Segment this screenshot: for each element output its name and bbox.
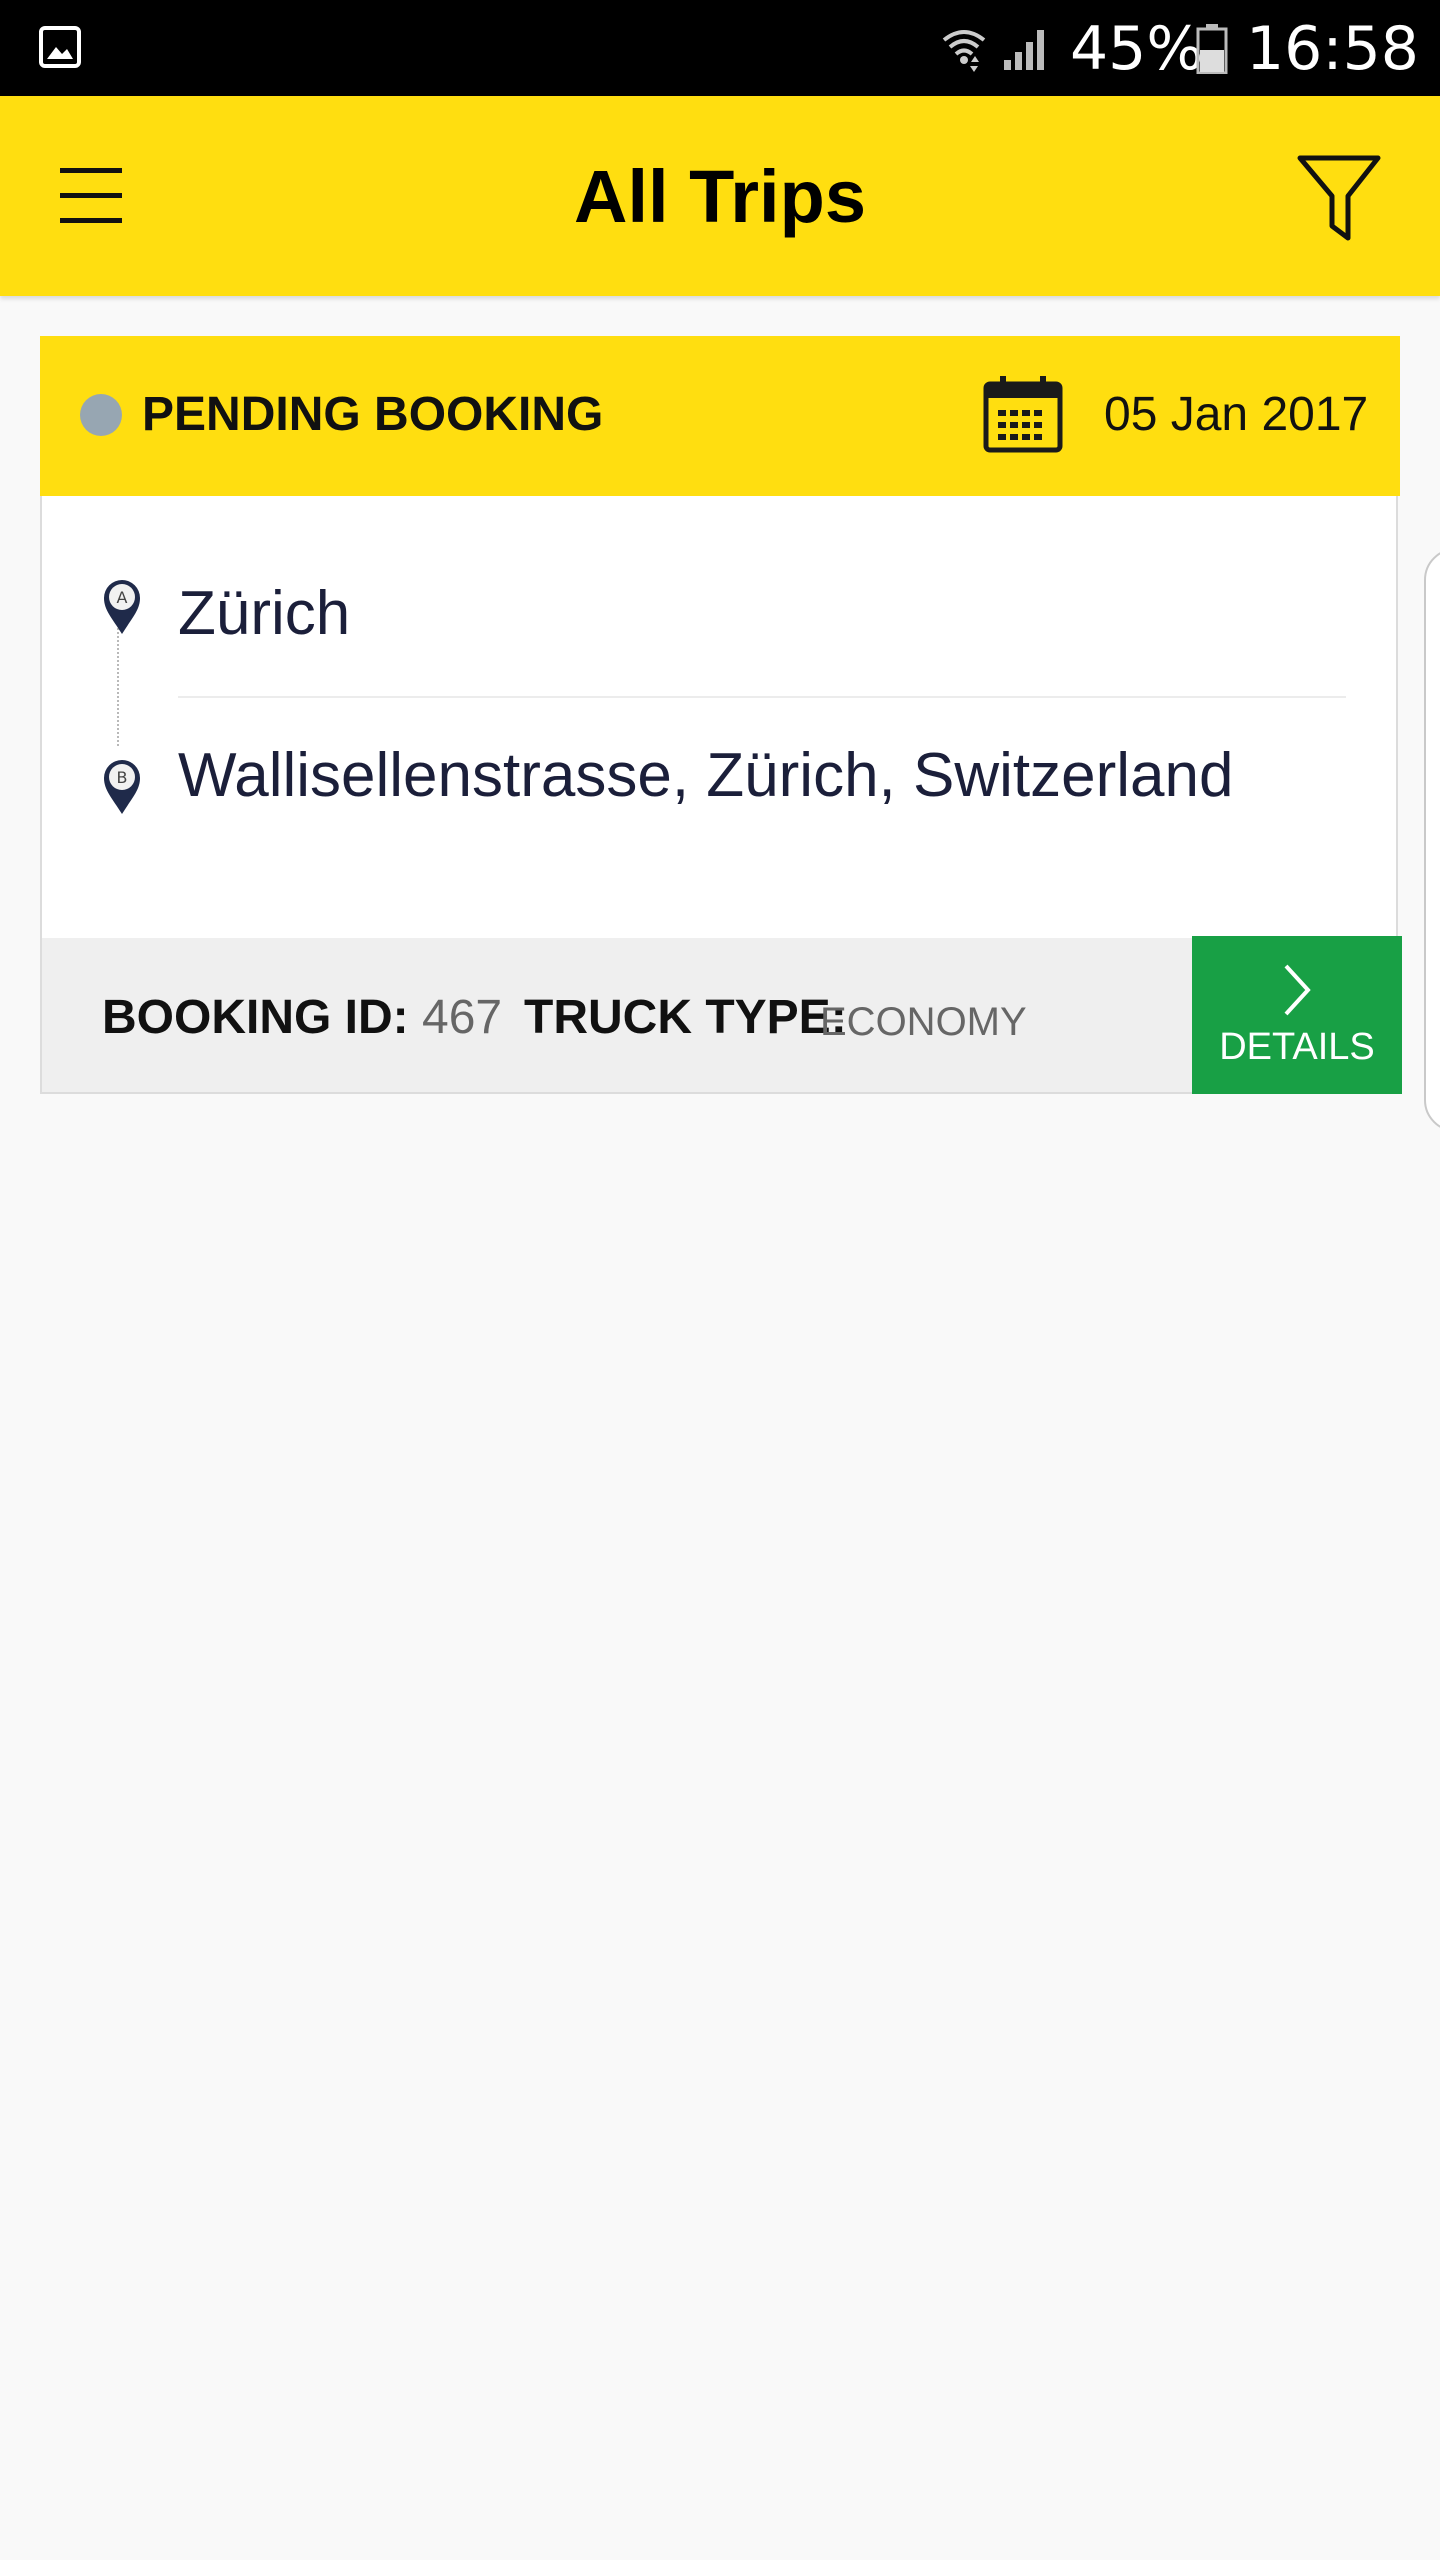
details-button[interactable]: DETAILS bbox=[1192, 936, 1402, 1094]
dropoff-location: Wallisellenstrasse, Zürich, Switzerland bbox=[178, 741, 1234, 810]
details-button-label: DETAILS bbox=[1219, 1026, 1375, 1068]
booking-id-label: BOOKING ID: bbox=[102, 991, 409, 1044]
route-divider bbox=[178, 696, 1346, 698]
truck-type-value: ECONOMY bbox=[820, 1000, 1027, 1044]
pickup-marker-letter: A bbox=[117, 588, 128, 607]
status-time: 16:58 bbox=[1246, 14, 1419, 84]
trip-date: 05 Jan 2017 bbox=[1104, 388, 1369, 441]
trip-card-header: PENDING BOOKING 05 Jan 2017 bbox=[40, 336, 1400, 496]
pickup-marker-icon: A bbox=[104, 580, 140, 634]
trip-card-footer: BOOKING ID: 467 TRUCK TYPE: ECONOMY bbox=[42, 938, 1196, 1092]
trip-card[interactable]: PENDING BOOKING 05 Jan 2017 A Zürich B W… bbox=[40, 336, 1402, 1094]
calendar-icon bbox=[983, 376, 1063, 453]
status-indicator-dot bbox=[80, 394, 122, 436]
booking-id-value: 467 bbox=[422, 991, 503, 1044]
dropoff-marker-letter: B bbox=[117, 768, 128, 787]
app-bar: All Trips bbox=[0, 96, 1440, 296]
chevron-right-icon bbox=[1284, 964, 1311, 1016]
battery-percent: 45% bbox=[1070, 14, 1204, 84]
battery-icon bbox=[1196, 24, 1228, 74]
trip-status: PENDING BOOKING bbox=[142, 388, 604, 441]
page-title: All Trips bbox=[574, 155, 866, 238]
pickup-location: Zürich bbox=[178, 579, 351, 648]
signal-icon bbox=[1004, 30, 1044, 70]
status-bar: 45% 16:58 bbox=[0, 0, 1440, 96]
gallery-icon bbox=[39, 26, 81, 68]
next-card-edge bbox=[1424, 548, 1440, 1132]
truck-type-label: TRUCK TYPE: bbox=[524, 991, 847, 1044]
dropoff-marker-icon: B bbox=[104, 760, 140, 814]
filter-funnel-icon[interactable] bbox=[1290, 148, 1390, 248]
wifi-icon bbox=[942, 30, 986, 72]
